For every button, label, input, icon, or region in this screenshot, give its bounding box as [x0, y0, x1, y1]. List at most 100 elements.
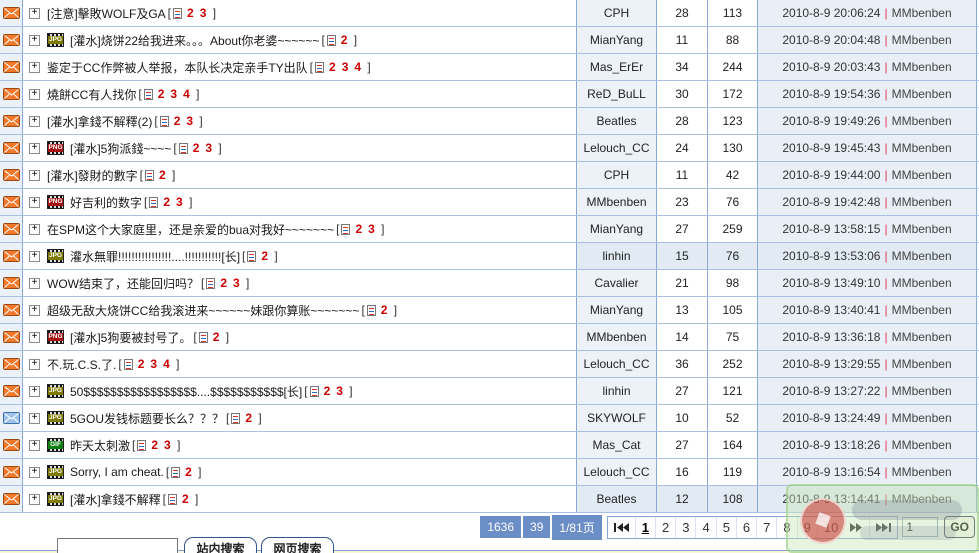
first-page-arrow-icon[interactable]: [608, 517, 636, 538]
thread-author-link[interactable]: Mas_Cat: [592, 438, 640, 452]
thread-author-link[interactable]: Mas_ErEr: [590, 60, 643, 74]
web-search-button[interactable]: 网页搜索: [261, 537, 334, 553]
thread-author-link[interactable]: Lelouch_CC: [583, 141, 649, 155]
thread-title-link[interactable]: WOW结束了，还能回归吗？: [47, 275, 199, 292]
page-number-link[interactable]: 3: [176, 195, 183, 209]
thread-title-link[interactable]: [灌水]烧饼22给我进来。。。About你老婆~~~~~~: [70, 32, 319, 49]
last-post-author-link[interactable]: MMbenben: [892, 60, 952, 74]
thread-author-link[interactable]: Beatles: [596, 492, 636, 506]
thread-author-link[interactable]: SKYWOLF: [587, 411, 646, 425]
page-number-link[interactable]: 4: [354, 60, 361, 74]
last-post-author-link[interactable]: MMbenben: [892, 87, 952, 101]
thread-author-link[interactable]: MianYang: [590, 303, 643, 317]
last-post-author-link[interactable]: MMbenben: [892, 195, 952, 209]
last-post-author-link[interactable]: MMbenben: [892, 303, 952, 317]
page-number-link[interactable]: 3: [342, 60, 349, 74]
thread-title-link[interactable]: [灌水]拿錢不解釋(2): [47, 113, 152, 130]
expand-thread-icon[interactable]: +: [29, 35, 40, 46]
expand-thread-icon[interactable]: +: [29, 305, 40, 316]
page-number-link[interactable]: 2: [381, 303, 388, 317]
page-number-link[interactable]: 2: [158, 87, 165, 101]
thread-author-link[interactable]: ReD_BuLL: [587, 87, 646, 101]
expand-thread-icon[interactable]: +: [29, 467, 40, 478]
page-number-link[interactable]: 3: [150, 357, 157, 371]
page-number-link[interactable]: 2: [138, 357, 145, 371]
page-number-link[interactable]: 2: [187, 6, 194, 20]
thread-author-link[interactable]: Cavalier: [594, 276, 638, 290]
thread-title-link[interactable]: [灌水]發財的數字: [47, 167, 138, 184]
forward-arrows-icon[interactable]: [844, 517, 870, 538]
page-link[interactable]: 2: [656, 517, 676, 538]
page-link[interactable]: 5: [717, 517, 737, 538]
thread-title-link[interactable]: 好吉利的数字: [70, 194, 142, 211]
thread-title-link[interactable]: [灌水]5狗派錢~~~~: [70, 140, 171, 157]
expand-thread-icon[interactable]: +: [29, 116, 40, 127]
thread-author-link[interactable]: MMbenben: [586, 195, 646, 209]
expand-thread-icon[interactable]: +: [29, 8, 40, 19]
thread-author-link[interactable]: Beatles: [596, 114, 636, 128]
thread-author-link[interactable]: Lelouch_CC: [583, 357, 649, 371]
page-number-link[interactable]: 4: [183, 87, 190, 101]
last-post-author-link[interactable]: MMbenben: [892, 330, 952, 344]
page-link[interactable]: 7: [757, 517, 777, 538]
thread-title-link[interactable]: 燒餅CC有人找你: [47, 86, 136, 103]
expand-thread-icon[interactable]: +: [29, 440, 40, 451]
page-number-link[interactable]: 3: [200, 6, 207, 20]
expand-thread-icon[interactable]: +: [29, 89, 40, 100]
thread-title-link[interactable]: 鉴定于CC作弊被人举报，本队长决定亲手TY出队: [47, 59, 308, 76]
thread-title-link[interactable]: Sorry, I am cheat.: [70, 465, 164, 479]
page-number-link[interactable]: 4: [163, 357, 170, 371]
page-jump-input[interactable]: [902, 517, 938, 537]
page-number-link[interactable]: 2: [193, 141, 200, 155]
thread-author-link[interactable]: MianYang: [590, 33, 643, 47]
footer-search-input[interactable]: [57, 538, 178, 553]
last-post-author-link[interactable]: MMbenben: [892, 168, 952, 182]
page-number-link[interactable]: 2: [151, 438, 158, 452]
site-search-button[interactable]: 站内搜索: [184, 537, 257, 553]
expand-thread-icon[interactable]: +: [29, 386, 40, 397]
thread-title-link[interactable]: 超级无敌大烧饼CC给我滚进来~~~~~~妹跟你算账~~~~~~~: [47, 302, 359, 319]
expand-thread-icon[interactable]: +: [29, 197, 40, 208]
page-number-link[interactable]: 3: [164, 438, 171, 452]
last-post-author-link[interactable]: MMbenben: [892, 465, 952, 479]
last-post-author-link[interactable]: MMbenben: [892, 384, 952, 398]
page-number-link[interactable]: 2: [174, 114, 181, 128]
thread-author-link[interactable]: CPH: [604, 168, 629, 182]
thread-author-link[interactable]: CPH: [604, 6, 629, 20]
page-number-link[interactable]: 3: [233, 276, 240, 290]
page-number-link[interactable]: 2: [213, 330, 220, 344]
expand-thread-icon[interactable]: +: [29, 278, 40, 289]
last-post-author-link[interactable]: MMbenben: [892, 492, 952, 506]
last-post-author-link[interactable]: MMbenben: [892, 357, 952, 371]
last-post-author-link[interactable]: MMbenben: [892, 249, 952, 263]
page-number-link[interactable]: 2: [329, 60, 336, 74]
last-post-author-link[interactable]: MMbenben: [892, 438, 952, 452]
last-post-author-link[interactable]: MMbenben: [892, 411, 952, 425]
thread-author-link[interactable]: linhin: [602, 249, 630, 263]
last-page-arrow-icon[interactable]: [870, 517, 897, 538]
page-number-link[interactable]: 3: [368, 222, 375, 236]
page-number-link[interactable]: 2: [245, 411, 252, 425]
last-post-author-link[interactable]: MMbenben: [892, 141, 952, 155]
expand-thread-icon[interactable]: +: [29, 170, 40, 181]
thread-title-link[interactable]: 在SPM这个大家庭里，还是亲爱的bua对我好~~~~~~~: [47, 221, 334, 238]
thread-title-link[interactable]: [灌水]5狗要被封号了。: [70, 329, 191, 346]
page-link[interactable]: 9: [798, 517, 818, 538]
thread-title-link[interactable]: [灌水]拿錢不解釋: [70, 491, 161, 508]
page-number-link[interactable]: 2: [355, 222, 362, 236]
thread-title-link[interactable]: 5GOU发钱标题要长么？？？: [70, 410, 224, 427]
page-number-link[interactable]: 2: [220, 276, 227, 290]
thread-author-link[interactable]: Lelouch_CC: [583, 465, 649, 479]
page-number-link[interactable]: 2: [341, 33, 348, 47]
last-post-author-link[interactable]: MMbenben: [892, 276, 952, 290]
page-link[interactable]: 4: [696, 517, 716, 538]
thread-author-link[interactable]: MianYang: [590, 222, 643, 236]
expand-thread-icon[interactable]: +: [29, 359, 40, 370]
thread-title-link[interactable]: 50$$$$$$$$$$$$$$$$$....$$$$$$$$$$$[长]: [70, 383, 302, 400]
expand-thread-icon[interactable]: +: [29, 494, 40, 505]
page-link[interactable]: 3: [676, 517, 696, 538]
expand-thread-icon[interactable]: +: [29, 413, 40, 424]
last-post-author-link[interactable]: MMbenben: [892, 222, 952, 236]
thread-title-link[interactable]: [注意]擊敗WOLF及GA: [47, 5, 166, 22]
expand-thread-icon[interactable]: +: [29, 143, 40, 154]
